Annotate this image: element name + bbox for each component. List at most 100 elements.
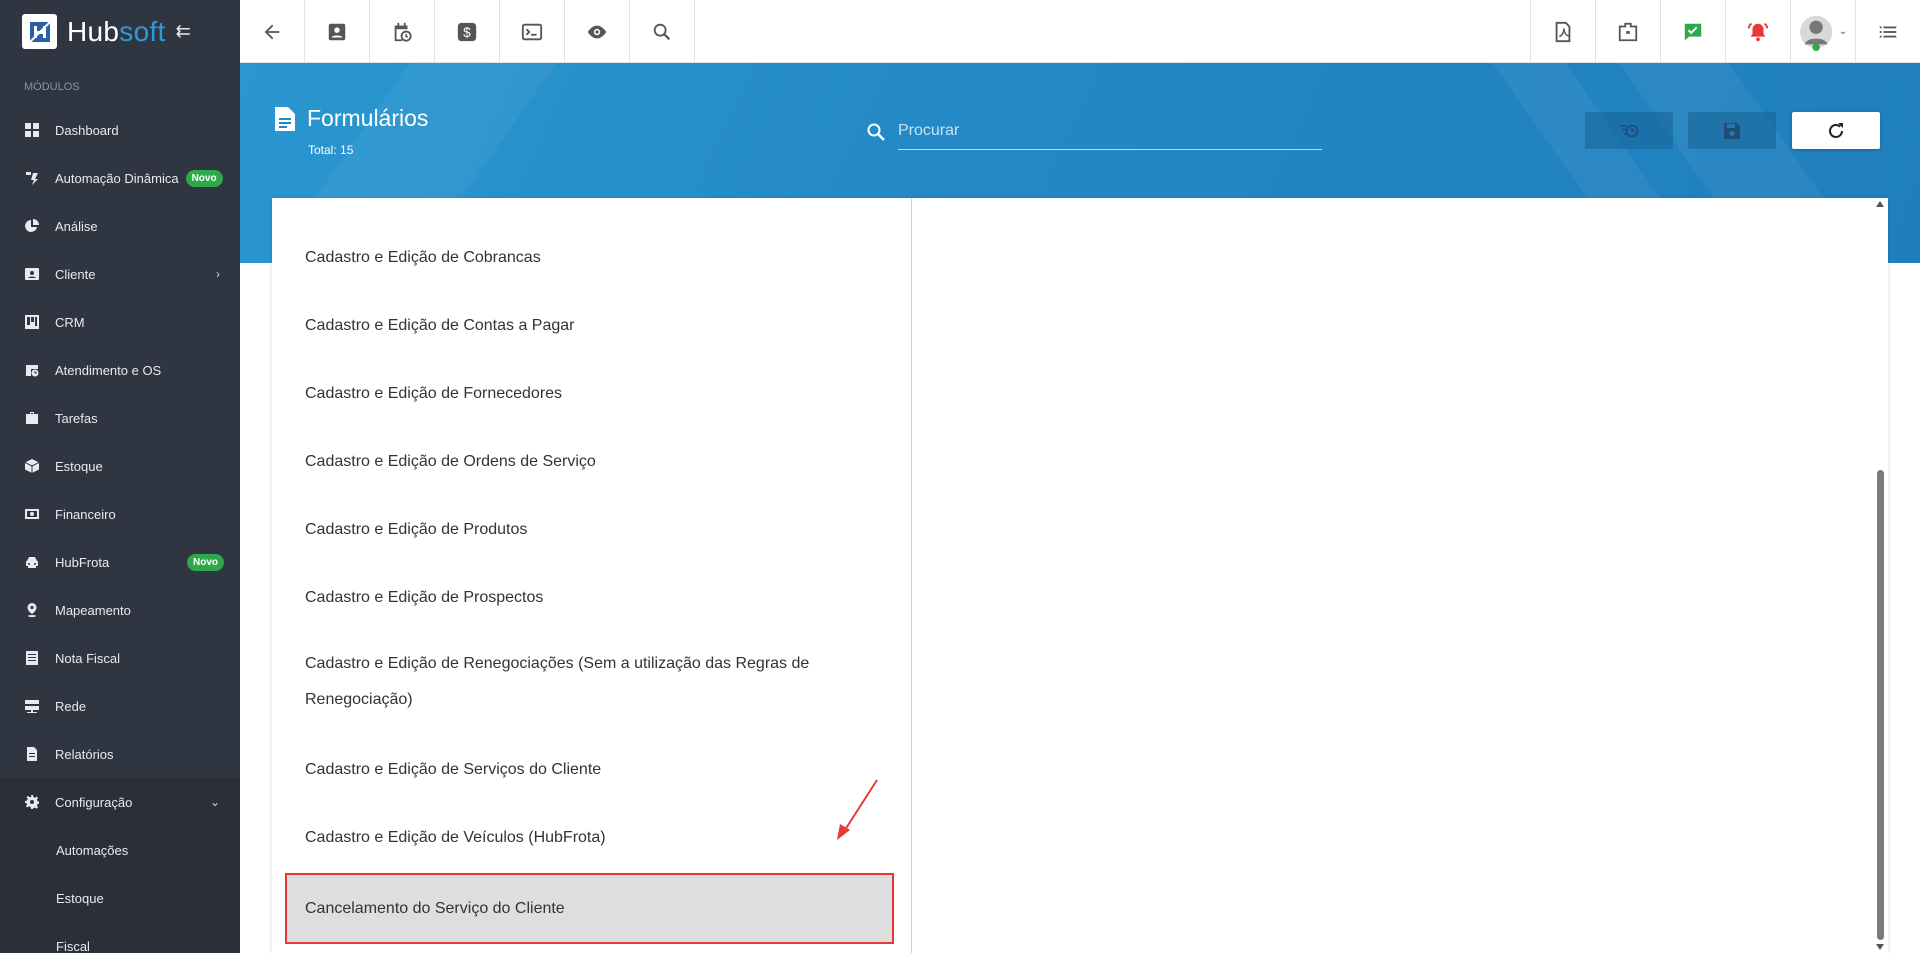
contact-card-icon: [328, 23, 346, 40]
sidebar-item-hubfrota[interactable]: HubFrota Novo: [0, 538, 240, 586]
dashboard-icon: [24, 122, 40, 138]
menu-button[interactable]: [1855, 0, 1920, 63]
sidebar-item-crm[interactable]: CRM: [0, 298, 240, 346]
avatar: [1799, 15, 1833, 51]
list-menu-icon: [1879, 26, 1897, 37]
sidebar-item-label: CRM: [55, 314, 85, 330]
chevron-right-icon: ›: [216, 267, 220, 281]
sidebar-item-atendimento[interactable]: Atendimento e OS: [0, 346, 240, 394]
sidebar-subitem-estoque[interactable]: Estoque: [0, 874, 240, 922]
save-button[interactable]: [1688, 112, 1776, 149]
list-item[interactable]: Cadastro e Edição de Fornecedores: [272, 374, 911, 414]
calendar-clock-icon: [24, 362, 40, 378]
pdf-icon: [1555, 21, 1571, 42]
list-item[interactable]: Cadastro e Edição de Produtos: [272, 510, 911, 550]
contact-card-icon: [24, 266, 40, 282]
pie-chart-icon: [24, 218, 40, 234]
search-input[interactable]: Procurar: [898, 118, 1322, 150]
sidebar-item-financeiro[interactable]: Financeiro: [0, 490, 240, 538]
chevron-down-icon: ⌄: [209, 795, 220, 809]
sidebar-item-label: Estoque: [55, 458, 103, 474]
new-badge: Novo: [187, 553, 224, 571]
list-item[interactable]: Cadastro e Edição de Prospectos: [272, 578, 911, 618]
section-label: MÓDULOS: [24, 81, 80, 93]
refresh-icon: [1829, 122, 1843, 138]
sidebar-item-label: Rede: [55, 698, 87, 714]
search-icon: [866, 122, 886, 147]
sidebar-subitem-automacoes[interactable]: Automações: [0, 826, 240, 874]
list-item[interactable]: Cadastro e Edição de Renegociações (Sem …: [272, 646, 911, 718]
notifications-button[interactable]: [1725, 0, 1790, 63]
sidebar-item-label: Configuração: [55, 794, 133, 810]
list-item[interactable]: Cadastro e Edição de Contas a Pagar: [272, 306, 911, 346]
finance-button[interactable]: $: [435, 0, 500, 63]
pdf-button[interactable]: [1530, 0, 1595, 63]
chevron-down-icon: ⌄: [1838, 26, 1848, 37]
sidebar-item-tarefas[interactable]: Tarefas: [0, 394, 240, 442]
sidebar-item-configuracao[interactable]: Configuração ⌄: [0, 778, 240, 826]
list-item[interactable]: Cadastro e Edição de Serviços do Cliente: [272, 750, 911, 790]
sidebar-item-label: Cliente: [55, 266, 96, 282]
forms-list: Cadastro e Edição de Cobrancas Cadastro …: [272, 198, 912, 953]
sidebar-item-relatorios[interactable]: Relatórios: [0, 730, 240, 778]
sidebar-item-label: Tarefas: [55, 410, 98, 426]
sidebar: Hubsoft ⇇ MÓDULOS Dashboard Automação Di…: [0, 0, 240, 953]
sidebar-item-nota-fiscal[interactable]: Nota Fiscal: [0, 634, 240, 682]
bell-alert-icon: [1747, 22, 1769, 41]
briefcase-icon: [1618, 22, 1638, 41]
sidebar-item-label: Nota Fiscal: [55, 650, 121, 666]
messages-button[interactable]: [1660, 0, 1725, 63]
sidebar-item-label: Financeiro: [55, 506, 116, 522]
terminal-button[interactable]: [500, 0, 565, 63]
list-item[interactable]: Cadastro e Edição de Ordens de Serviço: [272, 442, 911, 482]
sidebar-item-label: Dashboard: [55, 122, 119, 138]
sidebar-item-mapeamento[interactable]: Mapeamento: [0, 586, 240, 634]
refresh-button[interactable]: [1792, 112, 1880, 149]
search-box[interactable]: Procurar: [866, 118, 1322, 150]
history-button[interactable]: [1585, 112, 1673, 149]
sidebar-item-label: Automações: [56, 842, 129, 858]
money-icon: [24, 506, 40, 522]
sidebar-item-estoque[interactable]: Estoque: [0, 442, 240, 490]
sidebar-item-cliente[interactable]: Cliente ›: [0, 250, 240, 298]
sidebar-item-analise[interactable]: Análise: [0, 202, 240, 250]
new-badge: Novo: [185, 169, 223, 187]
search-button[interactable]: [630, 0, 695, 63]
list-item[interactable]: Cadastro e Edição de Cobrancas: [272, 238, 911, 278]
sidebar-item-label: Fiscal: [56, 938, 90, 953]
sidebar-item-automacao[interactable]: Automação Dinâmica Novo: [0, 154, 240, 202]
sidebar-item-label: Estoque: [56, 890, 104, 906]
box-icon: [24, 458, 40, 474]
sidebar-item-label: Automação Dinâmica: [55, 170, 179, 186]
schedule-button[interactable]: [370, 0, 435, 63]
sidebar-item-label: Análise: [55, 218, 98, 234]
sidebar-item-rede[interactable]: Rede: [0, 682, 240, 730]
kanban-icon: [24, 314, 40, 330]
back-button[interactable]: [240, 0, 305, 63]
dollar-icon: $: [457, 22, 477, 41]
brand-name: Hubsoft: [67, 15, 166, 47]
brand[interactable]: Hubsoft ⇇: [0, 0, 240, 63]
sidebar-item-dashboard[interactable]: Dashboard: [0, 106, 240, 154]
scroll-down-icon[interactable]: [1876, 944, 1884, 950]
calendar-clock-icon: [394, 22, 412, 42]
contacts-button[interactable]: [305, 0, 370, 63]
view-button[interactable]: [565, 0, 630, 63]
tasks-button[interactable]: [1595, 0, 1660, 63]
collapse-sidebar-icon[interactable]: ⇇: [176, 21, 191, 42]
car-icon: [24, 554, 40, 570]
page-title-text: Formulários: [307, 105, 429, 131]
scroll-up-icon[interactable]: [1876, 201, 1884, 207]
server-icon: [24, 698, 40, 714]
list-item-selected[interactable]: Cancelamento do Serviço do Cliente: [285, 873, 894, 944]
sidebar-subitem-fiscal[interactable]: Fiscal: [0, 922, 240, 953]
save-icon: [1724, 122, 1740, 139]
scrollbar-thumb[interactable]: [1877, 470, 1884, 940]
user-menu-button[interactable]: ⌄: [1790, 0, 1855, 63]
sidebar-item-label: Relatórios: [55, 746, 114, 762]
list-item[interactable]: Cadastro e Edição de Veículos (HubFrota): [272, 818, 911, 858]
total-count: Total: 15: [308, 143, 354, 157]
svg-text:$: $: [463, 25, 471, 40]
search-icon: [653, 23, 671, 40]
map-pin-icon: [24, 602, 40, 618]
